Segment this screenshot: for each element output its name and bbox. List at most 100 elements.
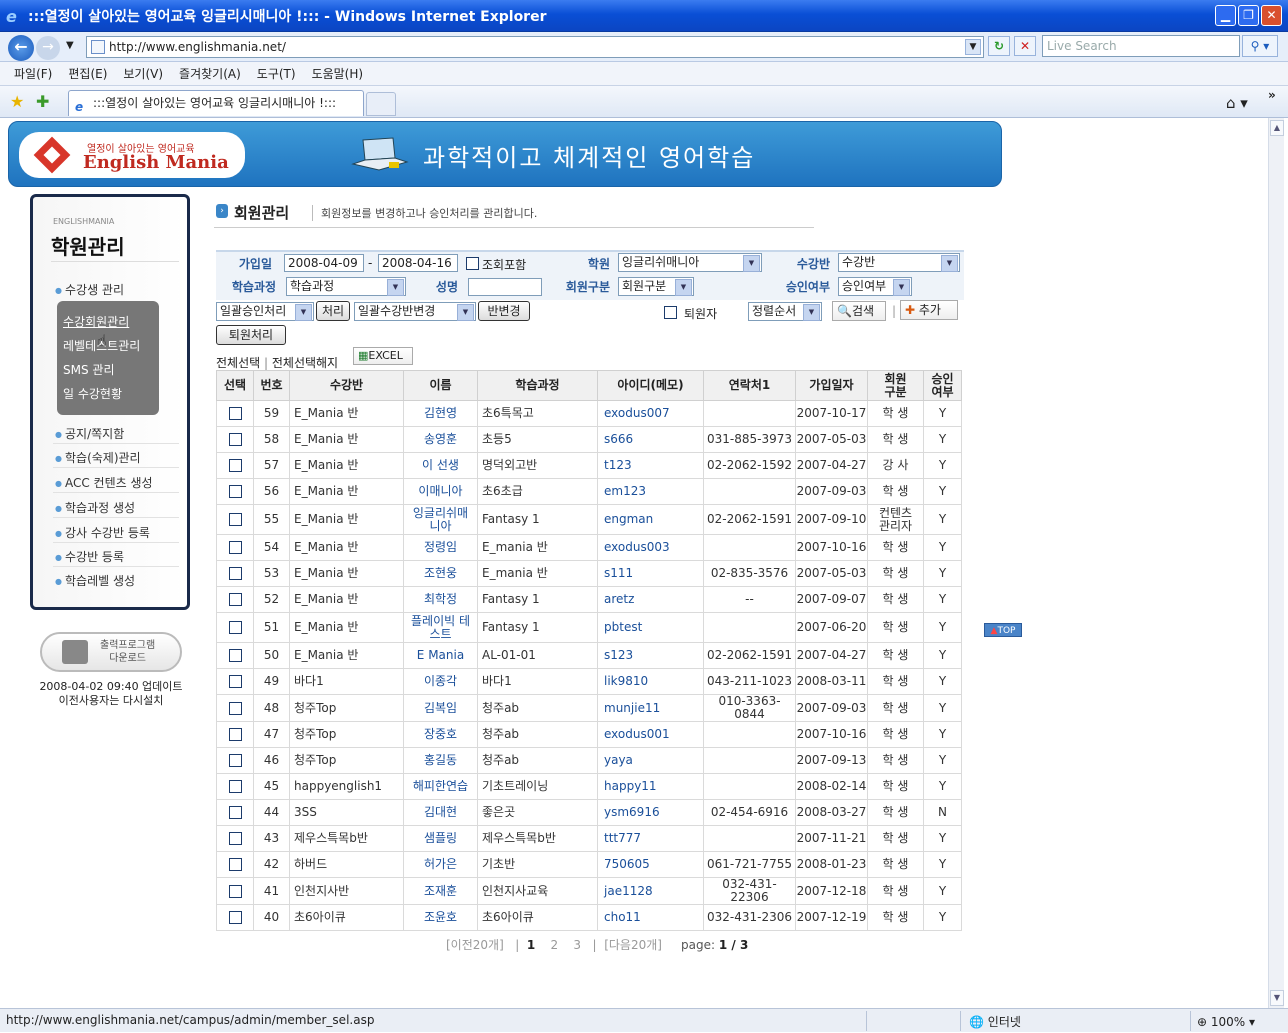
add-button[interactable]: ✚ 추가 <box>900 300 958 320</box>
menu-view[interactable]: 보기(V) <box>123 65 163 82</box>
withdraw-button[interactable]: 퇴원처리 <box>216 325 286 345</box>
home-icon[interactable]: ⌂ ▾ <box>1226 94 1248 112</box>
row-name[interactable]: 허가은 <box>403 851 478 878</box>
member-type-select[interactable]: 회원구분 <box>618 277 694 296</box>
search-icon[interactable]: ⚲ ▾ <box>1242 35 1278 57</box>
page-link-1[interactable]: 1 <box>527 938 535 952</box>
row-user-id[interactable]: cho11 <box>597 904 704 931</box>
withdrawn-checkbox[interactable] <box>664 306 677 319</box>
course-select[interactable]: 학습과정 <box>286 277 406 296</box>
print-program-download-button[interactable]: 출력프로그램 다운로드 <box>40 632 182 672</box>
row-user-id[interactable]: jae1128 <box>597 877 704 905</box>
row-checkbox[interactable] <box>228 884 242 898</box>
row-name[interactable]: 잉글리쉬매 니아 <box>403 504 478 535</box>
search-button[interactable]: 🔍검색 <box>832 301 886 321</box>
live-search-input[interactable]: Live Search <box>1042 35 1240 57</box>
row-checkbox[interactable] <box>228 911 242 924</box>
menu-favorites[interactable]: 즐겨찾기(A) <box>179 65 241 82</box>
row-name[interactable]: 송영훈 <box>403 426 478 453</box>
row-user-id[interactable]: happy11 <box>597 773 704 800</box>
prev-page-link[interactable]: [이전20개] <box>446 938 504 952</box>
deselect-all-link[interactable]: 전체선택해지 <box>272 356 338 370</box>
close-window-button[interactable]: ✕ <box>1261 5 1282 26</box>
row-checkbox[interactable] <box>228 407 242 420</box>
row-name[interactable]: 이매니아 <box>403 478 478 505</box>
sidebar-item-notice[interactable]: 공지/쪽지함 <box>55 425 124 442</box>
menu-edit[interactable]: 편집(E) <box>68 65 107 82</box>
bulk-class-change-select[interactable]: 일괄수강반변경 <box>354 302 476 321</box>
menu-tools[interactable]: 도구(T) <box>257 65 296 82</box>
row-checkbox[interactable] <box>228 593 242 606</box>
row-checkbox[interactable] <box>228 433 242 446</box>
row-user-id[interactable]: engman <box>597 504 704 535</box>
row-user-id[interactable]: em123 <box>597 478 704 505</box>
stop-button[interactable]: ✕ <box>1014 36 1036 56</box>
new-tab-button[interactable] <box>366 92 396 116</box>
row-checkbox[interactable] <box>228 485 242 498</box>
row-checkbox[interactable] <box>228 459 242 472</box>
next-page-link[interactable]: [다음20개] <box>604 938 662 952</box>
bulk-approve-select[interactable]: 일괄승인처리 <box>216 302 314 321</box>
sidebar-item-level[interactable]: 학습레벨 생성 <box>55 572 135 589</box>
refresh-button[interactable]: ↻ <box>988 36 1010 56</box>
row-user-id[interactable]: s666 <box>597 426 704 453</box>
back-button[interactable]: ← <box>8 35 34 61</box>
row-user-id[interactable]: s123 <box>597 642 704 669</box>
sidebar-sub-daily[interactable]: 일 수강현황 <box>63 385 122 402</box>
row-checkbox[interactable] <box>228 513 242 526</box>
date-from-input[interactable]: 2008-04-09 <box>284 254 364 272</box>
minimize-button[interactable]: ▁ <box>1215 5 1236 26</box>
scroll-up-icon[interactable]: ▲ <box>1270 120 1284 136</box>
row-checkbox[interactable] <box>228 858 242 871</box>
row-user-id[interactable]: s111 <box>597 560 704 587</box>
row-checkbox[interactable] <box>228 541 242 554</box>
top-link-button[interactable]: ▲TOP <box>984 623 1022 637</box>
date-to-input[interactable]: 2008-04-16 <box>378 254 458 272</box>
address-input[interactable]: http://www.englishmania.net/ ▼ <box>86 36 984 58</box>
row-checkbox[interactable] <box>228 701 242 715</box>
row-name[interactable]: 이종각 <box>403 668 478 695</box>
row-name[interactable]: 정령임 <box>403 534 478 561</box>
select-all-link[interactable]: 전체선택 <box>216 356 260 370</box>
browser-tab[interactable]: e :::열정이 살아있는 영어교육 잉글리시매니아 !::: <box>68 90 364 116</box>
page-link-2[interactable]: 2 <box>551 938 559 952</box>
vertical-scrollbar[interactable]: ▲ ▼ <box>1268 118 1284 1008</box>
scroll-down-icon[interactable]: ▼ <box>1270 990 1284 1006</box>
row-checkbox[interactable] <box>228 832 242 845</box>
add-favorite-icon[interactable]: ✚ <box>36 92 49 111</box>
class-change-button[interactable]: 반변경 <box>478 301 530 321</box>
row-name[interactable]: 플레이빅 테 스트 <box>403 612 478 643</box>
row-name[interactable]: 김복임 <box>403 694 478 722</box>
row-user-id[interactable]: aretz <box>597 586 704 613</box>
row-name[interactable]: 이 선생 <box>403 452 478 479</box>
menu-help[interactable]: 도움말(H) <box>312 65 364 82</box>
row-name[interactable]: E Mania <box>403 642 478 669</box>
row-checkbox[interactable] <box>228 567 242 580</box>
class-select[interactable]: 수강반 <box>838 253 960 272</box>
name-input[interactable] <box>468 278 542 296</box>
site-logo[interactable]: 열정이 살아있는 영어교육 English Mania <box>19 132 245 178</box>
row-name[interactable]: 최학정 <box>403 586 478 613</box>
row-user-id[interactable]: ttt777 <box>597 825 704 852</box>
row-name[interactable]: 김대현 <box>403 799 478 826</box>
row-name[interactable]: 조현웅 <box>403 560 478 587</box>
sidebar-item-course[interactable]: 학습과정 생성 <box>55 499 135 516</box>
row-user-id[interactable]: munjie11 <box>597 694 704 722</box>
row-name[interactable]: 샘플링 <box>403 825 478 852</box>
menu-file[interactable]: 파일(F) <box>14 65 52 82</box>
row-user-id[interactable]: exodus001 <box>597 721 704 748</box>
sort-order-select[interactable]: 정렬순서 <box>748 302 822 321</box>
recent-pages-dropdown[interactable]: ▼ <box>66 40 74 51</box>
page-link-3[interactable]: 3 <box>573 938 581 952</box>
row-checkbox[interactable] <box>228 621 242 634</box>
sidebar-item-students[interactable]: 수강생 관리 <box>55 281 124 298</box>
row-checkbox[interactable] <box>228 728 242 741</box>
sidebar-sub-members[interactable]: 수강회원관리 <box>63 313 129 330</box>
row-name[interactable]: 김현영 <box>403 400 478 427</box>
row-user-id[interactable]: 750605 <box>597 851 704 878</box>
row-checkbox[interactable] <box>228 754 242 767</box>
process-button[interactable]: 처리 <box>316 301 350 321</box>
sidebar-sub-sms[interactable]: SMS 관리 <box>63 361 114 378</box>
maximize-button[interactable]: ❐ <box>1238 5 1259 26</box>
row-user-id[interactable]: yaya <box>597 747 704 774</box>
